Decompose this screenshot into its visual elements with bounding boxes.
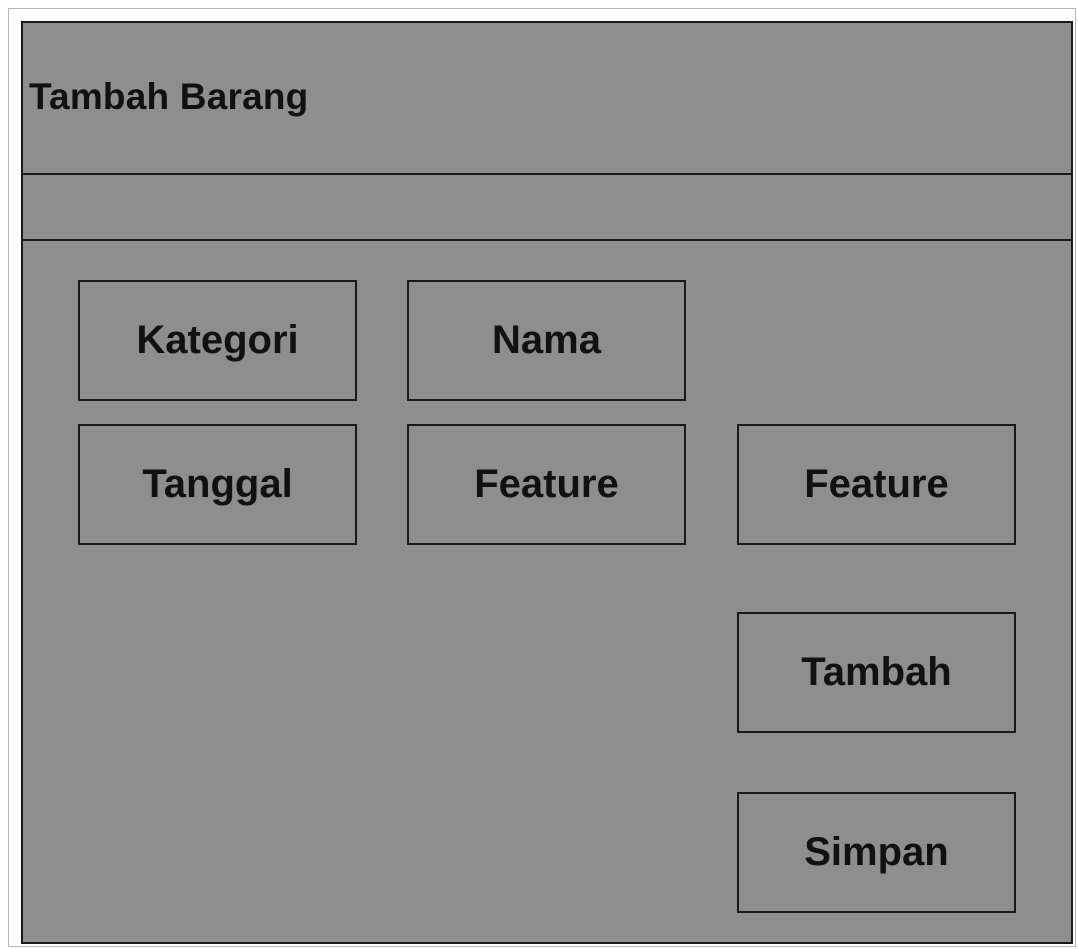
nama-field[interactable]: Nama <box>407 280 686 401</box>
kategori-field[interactable]: Kategori <box>78 280 357 401</box>
page-title: Tambah Barang <box>29 76 309 117</box>
feature-field-2[interactable]: Feature <box>737 424 1016 545</box>
tanggal-field[interactable]: Tanggal <box>78 424 357 545</box>
simpan-button[interactable]: Simpan <box>737 792 1016 913</box>
feature-field-1[interactable]: Feature <box>407 424 686 545</box>
tambah-button[interactable]: Tambah <box>737 612 1016 733</box>
